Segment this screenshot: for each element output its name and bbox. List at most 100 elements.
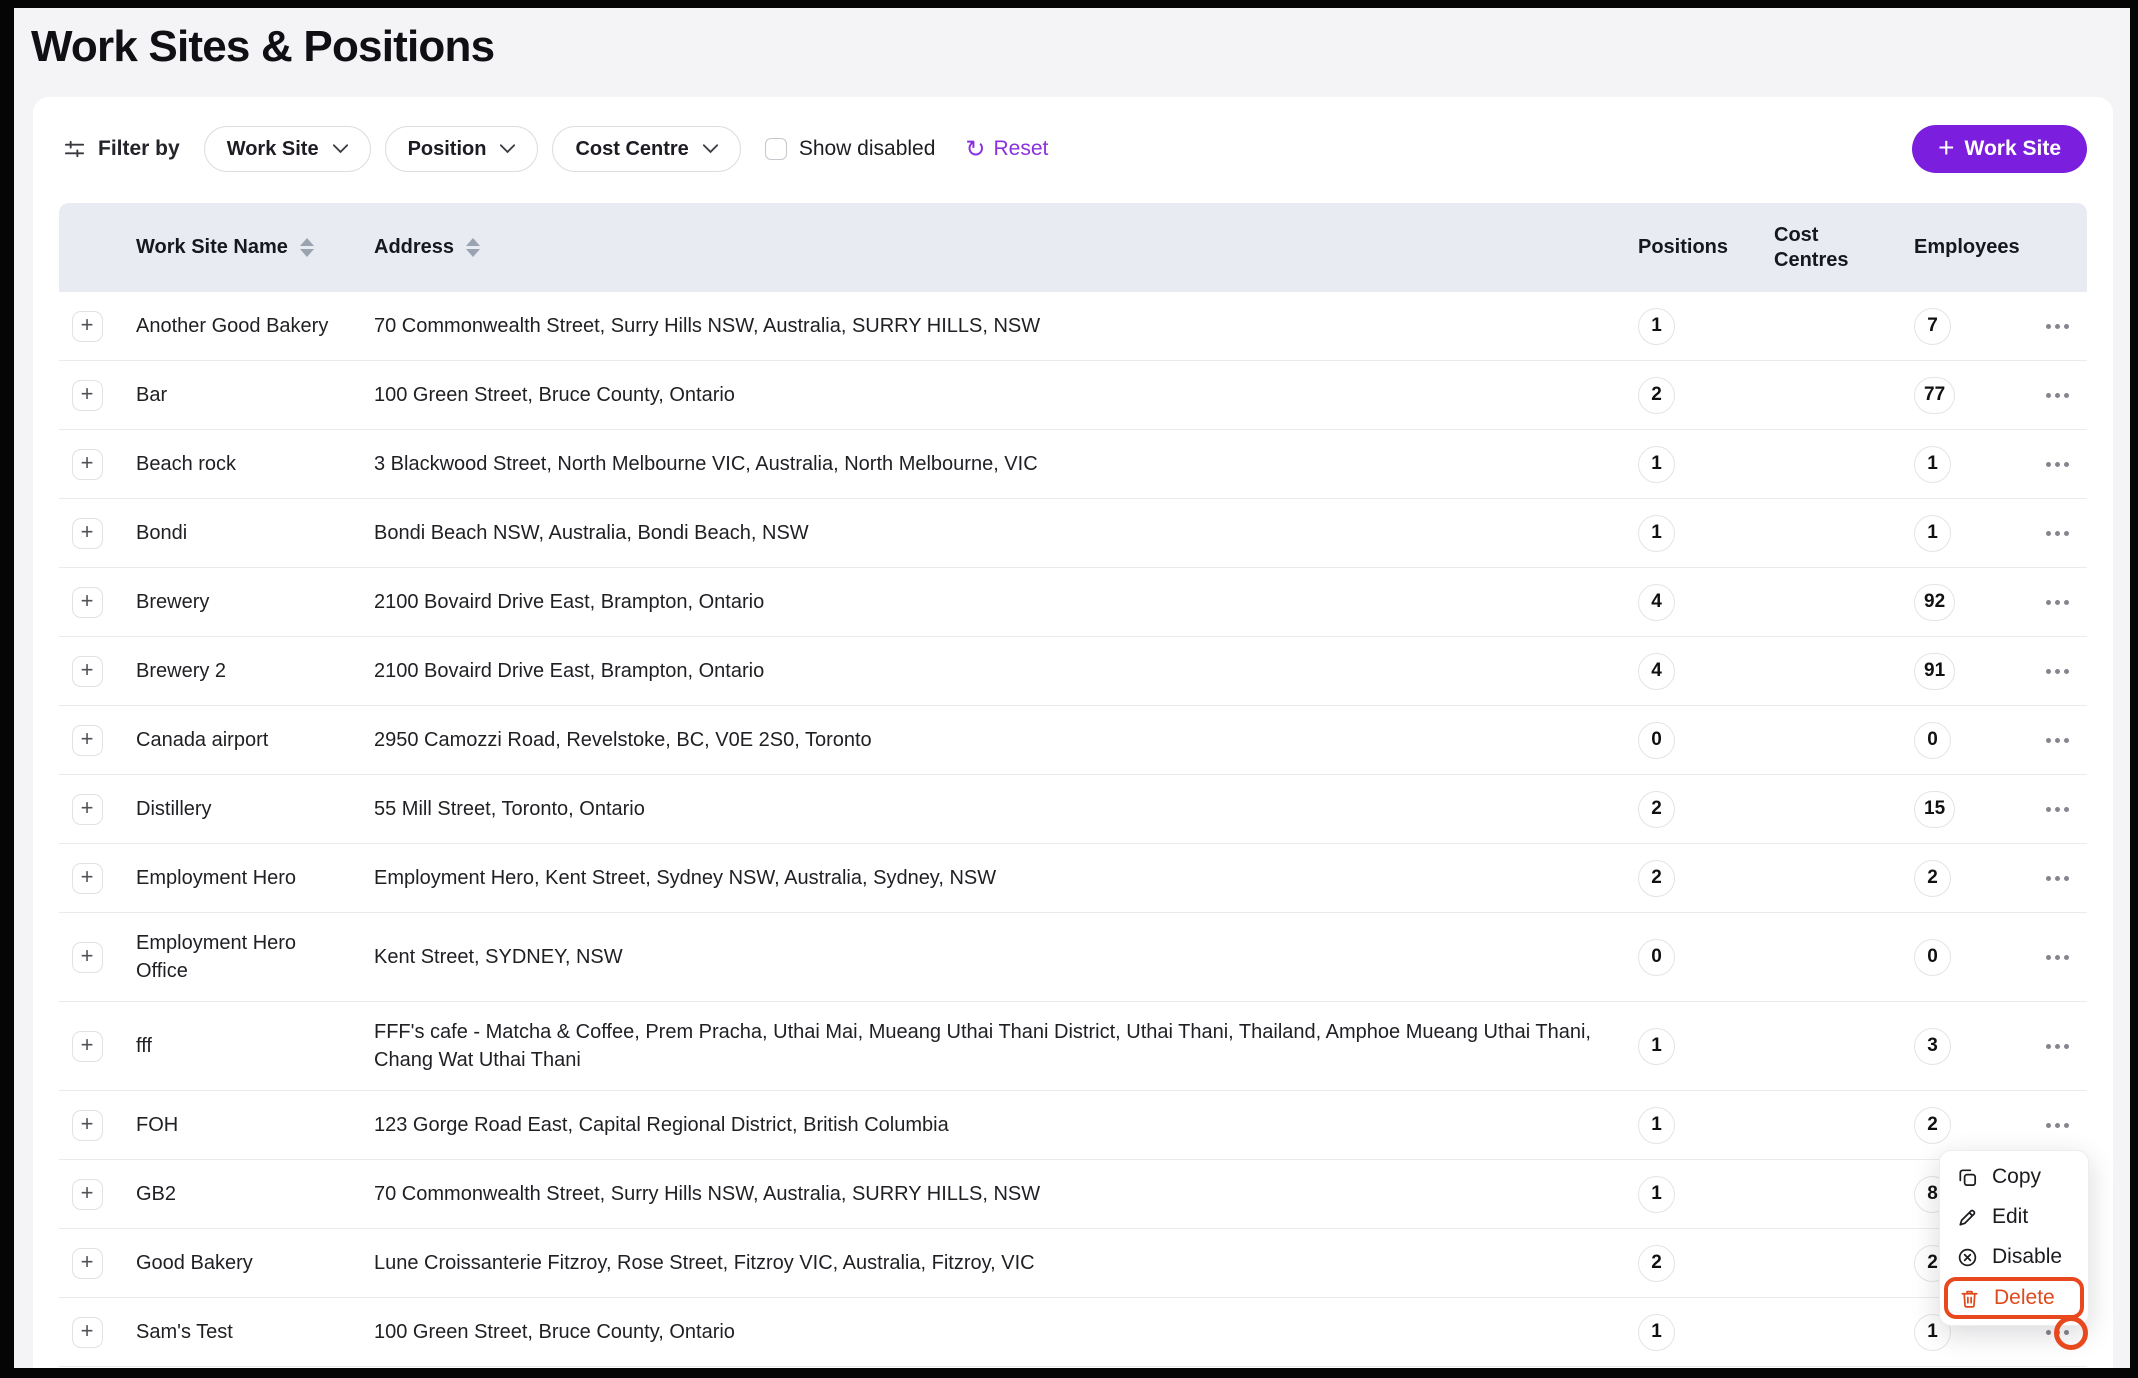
positions-count-badge: 4 xyxy=(1638,653,1675,690)
show-disabled-checkbox[interactable] xyxy=(765,138,787,160)
table-row: + Canada airport 2950 Camozzi Road, Reve… xyxy=(59,706,2087,775)
reset-label: Reset xyxy=(994,137,1049,161)
filter-worksite-label: Work Site xyxy=(227,138,319,161)
worksite-name-cell: Employment Hero xyxy=(115,848,374,908)
filter-costcentre-dropdown[interactable]: Cost Centre xyxy=(552,126,740,172)
expand-row-button[interactable]: + xyxy=(72,725,103,756)
worksite-name: fff xyxy=(136,1032,152,1060)
row-actions-button[interactable] xyxy=(2040,590,2075,615)
expand-row-button[interactable]: + xyxy=(72,942,103,973)
plus-icon: + xyxy=(1938,134,1954,162)
row-actions-button[interactable] xyxy=(2040,383,2075,408)
filter-worksite-dropdown[interactable]: Work Site xyxy=(204,126,371,172)
expand-row-button[interactable]: + xyxy=(72,587,103,618)
add-worksite-button[interactable]: + Work Site xyxy=(1912,125,2087,173)
worksite-name-cell: Canada airport xyxy=(115,710,374,770)
chevron-down-icon xyxy=(500,144,515,154)
positions-count-badge: 0 xyxy=(1638,722,1675,759)
row-actions-button[interactable] xyxy=(2040,452,2075,477)
worksite-address: 2100 Bovaird Drive East, Brampton, Ontar… xyxy=(374,591,764,613)
expand-row-button[interactable]: + xyxy=(72,1110,103,1141)
positions-count-badge: 1 xyxy=(1638,1107,1675,1144)
menu-item-disable[interactable]: Disable xyxy=(1940,1237,2088,1277)
worksite-name-cell: FOH xyxy=(115,1095,374,1155)
positions-count-badge: 2 xyxy=(1638,1245,1675,1282)
worksite-address-cell: 100 Green Street, Bruce County, Ontario xyxy=(374,1302,1624,1362)
positions-count-badge: 1 xyxy=(1638,1176,1675,1213)
worksite-address: 2100 Bovaird Drive East, Brampton, Ontar… xyxy=(374,660,764,682)
menu-item-delete[interactable]: Delete xyxy=(1944,1277,2084,1319)
expand-row-button[interactable]: + xyxy=(72,311,103,342)
reset-filters-link[interactable]: ↻ Reset xyxy=(965,137,1048,161)
menu-item-edit-label: Edit xyxy=(1992,1205,2028,1229)
worksite-address-cell: FFF's cafe - Matcha & Coffee, Prem Prach… xyxy=(374,1002,1624,1090)
menu-item-edit[interactable]: Edit xyxy=(1940,1197,2088,1237)
employees-count-badge: 0 xyxy=(1914,939,1951,976)
row-actions-button[interactable] xyxy=(2040,945,2075,970)
worksite-name: FOH xyxy=(136,1111,178,1139)
filter-position-dropdown[interactable]: Position xyxy=(385,126,539,172)
expand-row-button[interactable]: + xyxy=(72,380,103,411)
menu-item-copy-label: Copy xyxy=(1992,1165,2041,1189)
worksite-name: Employment Hero xyxy=(136,864,296,892)
worksite-name-cell: Distillery xyxy=(115,779,374,839)
chevron-down-icon xyxy=(703,144,718,154)
header-employees: Employees xyxy=(1894,235,2027,260)
table-row: + FOH 123 Gorge Road East, Capital Regio… xyxy=(59,1091,2087,1160)
row-actions-button[interactable] xyxy=(2040,1034,2075,1059)
expand-row-button[interactable]: + xyxy=(72,1248,103,1279)
row-actions-button[interactable] xyxy=(2040,314,2075,339)
sort-worksite-name-button[interactable] xyxy=(300,238,314,257)
row-actions-button[interactable] xyxy=(2040,521,2075,546)
menu-item-delete-label: Delete xyxy=(1994,1286,2055,1310)
worksite-name-cell: Another Good Bakery xyxy=(115,296,374,356)
expand-row-button[interactable]: + xyxy=(72,794,103,825)
table-row: + Bondi Bondi Beach NSW, Australia, Bond… xyxy=(59,499,2087,568)
worksite-name-cell: fff xyxy=(115,1016,374,1076)
employees-count-badge: 15 xyxy=(1914,791,1955,828)
worksite-name-cell: Good Bakery xyxy=(115,1233,374,1293)
row-actions-button[interactable] xyxy=(2040,659,2075,684)
menu-item-disable-label: Disable xyxy=(1992,1245,2062,1269)
expand-row-button[interactable]: + xyxy=(72,518,103,549)
row-actions-button[interactable] xyxy=(2040,797,2075,822)
filter-sliders-icon xyxy=(63,138,86,161)
row-actions-button[interactable] xyxy=(2040,728,2075,753)
expand-row-button[interactable]: + xyxy=(72,656,103,687)
worksite-address-cell: 100 Green Street, Bruce County, Ontario xyxy=(374,365,1624,425)
row-actions-button[interactable] xyxy=(2040,1113,2075,1138)
show-disabled-control: Show disabled xyxy=(765,137,936,161)
worksite-name: Bar xyxy=(136,381,167,409)
expand-row-button[interactable]: + xyxy=(72,863,103,894)
positions-count-badge: 1 xyxy=(1638,1314,1675,1351)
worksite-address-cell: Lune Croissanterie Fitzroy, Rose Street,… xyxy=(374,1233,1624,1293)
header-address-label: Address xyxy=(374,235,454,260)
expand-row-button[interactable]: + xyxy=(72,1031,103,1062)
worksite-name: Employment Hero Office xyxy=(136,929,332,985)
positions-count-badge: 2 xyxy=(1638,791,1675,828)
expand-row-button[interactable]: + xyxy=(72,449,103,480)
sort-address-button[interactable] xyxy=(466,238,480,257)
screen-frame: Work Sites & Positions Filter by Work Si… xyxy=(0,0,2138,1378)
expand-row-button[interactable]: + xyxy=(72,1179,103,1210)
header-cost-centres: Cost Centres xyxy=(1754,223,1894,273)
worksite-address-cell: 70 Commonwealth Street, Surry Hills NSW,… xyxy=(374,1164,1624,1224)
copy-icon xyxy=(1956,1166,1979,1189)
worksite-address: 70 Commonwealth Street, Surry Hills NSW,… xyxy=(374,1183,1040,1205)
worksite-address: Lune Croissanterie Fitzroy, Rose Street,… xyxy=(374,1252,1035,1274)
employees-count-badge: 2 xyxy=(1914,860,1951,897)
table-row: + Employment Hero Office Kent Street, SY… xyxy=(59,913,2087,1002)
worksite-name: Sam's Test xyxy=(136,1318,233,1346)
worksite-name: Bondi xyxy=(136,519,187,547)
worksite-address-cell: 2100 Bovaird Drive East, Brampton, Ontar… xyxy=(374,641,1624,701)
employees-count-badge: 3 xyxy=(1914,1028,1951,1065)
table-row: + fff FFF's cafe - Matcha & Coffee, Prem… xyxy=(59,1002,2087,1091)
menu-item-copy[interactable]: Copy xyxy=(1940,1157,2088,1197)
employees-count-badge: 0 xyxy=(1914,722,1951,759)
filter-by: Filter by xyxy=(63,137,180,161)
table-row: + GB2 70 Commonwealth Street, Surry Hill… xyxy=(59,1160,2087,1229)
row-actions-button[interactable] xyxy=(2040,866,2075,891)
add-worksite-button-label: Work Site xyxy=(1965,137,2061,161)
expand-row-button[interactable]: + xyxy=(72,1317,103,1348)
header-positions: Positions xyxy=(1624,235,1754,260)
